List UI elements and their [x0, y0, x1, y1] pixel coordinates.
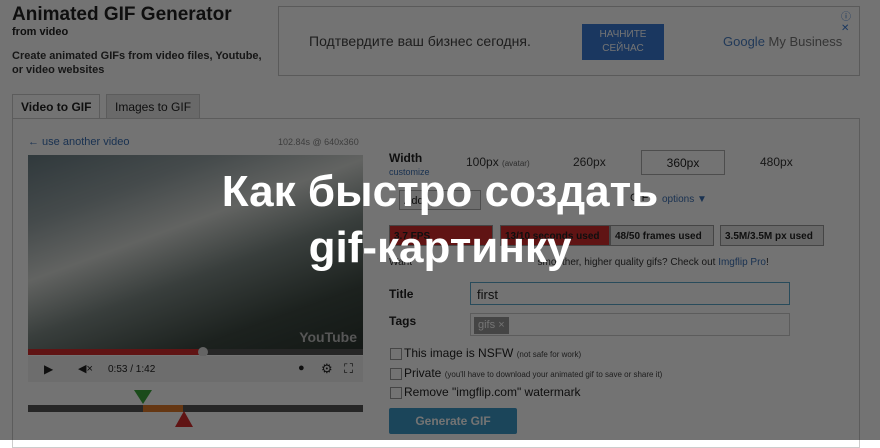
width-customize-link[interactable]: customize — [389, 167, 430, 177]
fullscreen-icon[interactable]: ⛶ — [344, 361, 353, 377]
avatar-note: (avatar) — [502, 159, 530, 168]
video-controls: ▶ ◀× 0:53 / 1:42 ● ⚙ ⛶ — [28, 356, 363, 382]
mute-icon[interactable]: ◀× — [78, 362, 93, 375]
add-text-button[interactable]: Add — [399, 190, 481, 210]
tag-remove-icon[interactable]: × — [498, 319, 504, 331]
nsfw-checkbox[interactable] — [390, 348, 402, 360]
imgflip-pro-link[interactable]: Imgflip Pro — [718, 257, 766, 268]
title-input[interactable]: first — [470, 282, 790, 305]
ad-start-button[interactable]: НАЧНИТЕ СЕЙЧАС — [582, 24, 664, 60]
private-label-text: Private — [404, 366, 442, 380]
width-option-100[interactable]: 100px (avatar) — [466, 155, 530, 169]
video-player[interactable]: YouTube — [28, 155, 363, 349]
tags-input[interactable]: gifs × — [470, 313, 790, 336]
video-time: 0:53 / 1:42 — [108, 364, 156, 375]
stat-seconds: 13/10 seconds used — [500, 225, 610, 246]
add-text-label: Add — [404, 195, 424, 207]
page-title: Animated GIF Generator — [12, 4, 232, 25]
width-option-360[interactable]: 360px — [641, 150, 725, 175]
page-description: Create animated GIFs from video files, Y… — [12, 50, 262, 76]
range-start-handle[interactable] — [134, 390, 152, 404]
tab-video-to-gif[interactable]: Video to GIF — [12, 94, 101, 119]
nsfw-label: This image is NSFW (not safe for work) — [404, 346, 581, 360]
promo-mid: smoother, higher quality gifs? Check out — [537, 257, 716, 268]
tag-chip: gifs × — [474, 317, 509, 334]
width-option-260[interactable]: 260px — [573, 155, 606, 169]
promo-end: ! — [766, 257, 769, 268]
private-note: (you'll have to download your animated g… — [444, 370, 663, 379]
width-option-100-label: 100px — [466, 155, 499, 169]
ad-close-icon[interactable]: ⓘ ✕ — [841, 8, 859, 34]
tab-images-to-gif[interactable]: Images to GIF — [106, 94, 201, 118]
remove-watermark-label: Remove "imgflip.com" watermark — [404, 385, 581, 399]
gif-label: GIF — [630, 192, 649, 204]
width-label: Width — [389, 151, 423, 165]
gear-icon[interactable]: ⚙ — [321, 361, 333, 377]
nsfw-note: (not safe for work) — [516, 350, 582, 359]
promo-text: Want smoother, higher quality gifs? Chec… — [389, 257, 829, 268]
ad-brand-google: Google — [723, 34, 765, 49]
youtube-watermark: YouTube — [299, 329, 357, 345]
promo-start: Want — [389, 257, 412, 268]
ad-text: Подтвердите ваш бизнес сегодня. — [309, 33, 531, 49]
play-icon[interactable]: ▶ — [44, 362, 53, 376]
ad-button-line1: НАЧНИТЕ — [599, 29, 647, 40]
remove-watermark-checkbox[interactable] — [390, 387, 402, 399]
ad-brand: Google My Business — [723, 34, 842, 49]
private-checkbox[interactable] — [390, 368, 402, 380]
tag-chip-label: gifs — [478, 319, 496, 331]
generate-gif-button[interactable]: Generate GIF — [389, 408, 517, 434]
info-icon[interactable]: ● — [298, 362, 305, 374]
video-info: 102.84s @ 640x360 — [278, 137, 359, 147]
private-label: Private (you'll have to download your an… — [404, 366, 662, 380]
video-progress-fill — [28, 349, 203, 355]
stat-fps: 3.7 FPS — [389, 225, 493, 246]
stat-pixels: 3.5M/3.5M px used — [720, 225, 824, 246]
title-label: Title — [389, 287, 414, 301]
ad-banner[interactable]: Подтвердите ваш бизнес сегодня. НАЧНИТЕ … — [278, 6, 860, 76]
width-option-480[interactable]: 480px — [760, 155, 793, 169]
nsfw-label-text: This image is NSFW — [404, 346, 514, 360]
use-another-video-link[interactable]: ← use another video — [28, 136, 130, 148]
range-end-handle[interactable] — [175, 411, 193, 427]
ad-brand-rest: My Business — [764, 34, 843, 49]
more-options-link[interactable]: options ▼ — [662, 194, 707, 205]
tags-label: Tags — [389, 314, 417, 328]
page-subtitle: from video — [12, 26, 69, 38]
ad-button-line2: СЕЙЧАС — [602, 43, 644, 54]
gif-range-track[interactable] — [28, 405, 363, 412]
stat-frames: 48/50 frames used — [610, 225, 714, 246]
